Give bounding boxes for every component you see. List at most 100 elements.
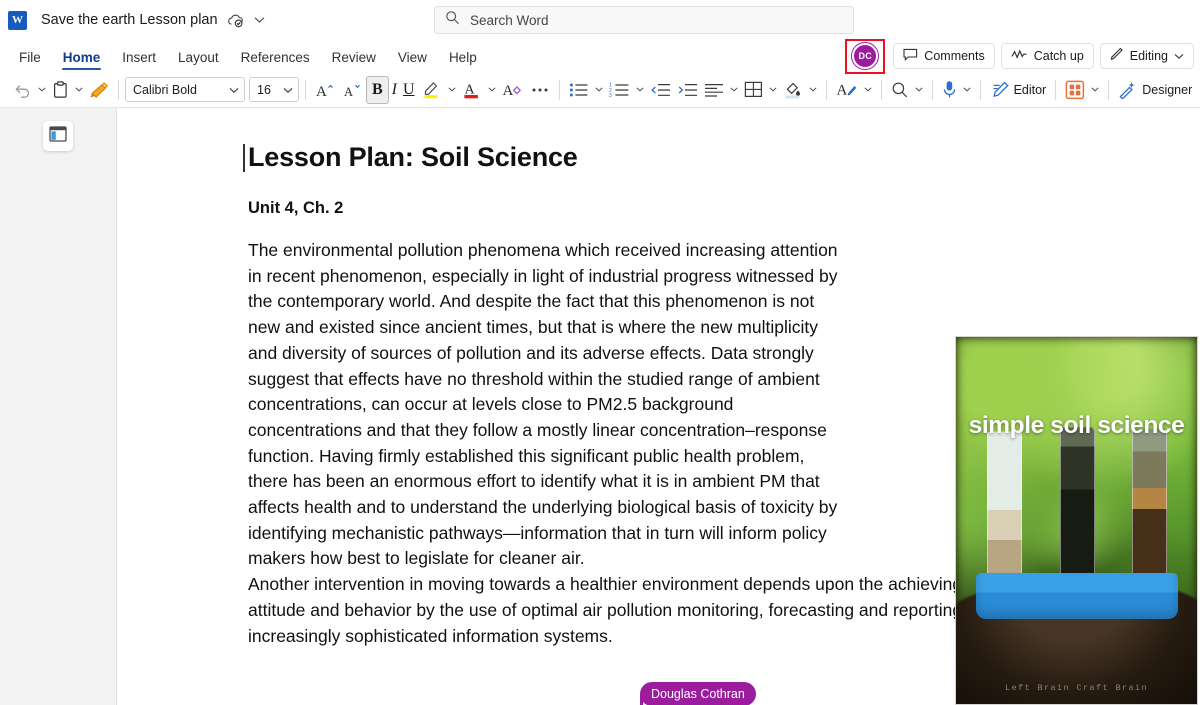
document-area: Lesson Plan: Soil Science Unit 4, Ch. 2 … [0, 108, 1200, 705]
undo-chevron-down-icon[interactable] [35, 76, 49, 104]
numbering-button[interactable]: 123 [606, 76, 633, 104]
addins-button[interactable] [1062, 76, 1088, 104]
editing-mode-button[interactable]: Editing [1099, 43, 1194, 69]
ribbon-tab-row: File Home Insert Layout References Revie… [0, 38, 1200, 74]
text-cursor [243, 144, 245, 172]
align-chevron-down-icon[interactable] [727, 76, 741, 104]
borders-chevron-down-icon[interactable] [766, 76, 780, 104]
comments-label: Comments [924, 49, 985, 63]
font-color-button[interactable]: A [459, 76, 485, 104]
align-button[interactable] [701, 76, 727, 104]
navigation-pane-toggle[interactable] [43, 121, 73, 151]
editor-label: Editor [1013, 82, 1047, 97]
addins-chevron-down-icon[interactable] [1088, 76, 1102, 104]
toolbar-divider [880, 79, 882, 100]
grow-font-button[interactable]: A [312, 76, 339, 104]
styles-chevron-down-icon[interactable] [861, 76, 875, 104]
tab-help[interactable]: Help [438, 48, 488, 72]
more-formatting-button[interactable] [527, 76, 553, 104]
page-subtitle: Unit 4, Ch. 2 [248, 199, 344, 217]
shading-button[interactable] [780, 76, 806, 104]
styles-button[interactable]: A [833, 76, 861, 104]
bold-button[interactable]: B [366, 75, 389, 104]
shading-chevron-down-icon[interactable] [806, 76, 820, 104]
catch-up-icon [1011, 48, 1028, 64]
dictate-chevron-down-icon[interactable] [960, 76, 974, 104]
bullets-chevron-down-icon[interactable] [592, 76, 606, 104]
underline-label: U [403, 80, 415, 98]
avatar[interactable]: DC [851, 42, 880, 70]
avatar-selection-box: DC [845, 38, 886, 74]
editor-button[interactable]: Editor [987, 76, 1050, 104]
toolbar-divider [118, 79, 119, 100]
font-color-chevron-down-icon[interactable] [485, 76, 499, 104]
undo-button[interactable] [10, 76, 35, 104]
title-menu-chevron-down-icon[interactable] [254, 16, 265, 24]
catch-up-label: Catch up [1033, 49, 1084, 63]
highlight-chevron-down-icon[interactable] [445, 76, 459, 104]
clear-formatting-button[interactable]: A [499, 76, 527, 104]
inline-image[interactable]: simple soil science Left Brain Craft Bra… [955, 336, 1198, 705]
font-size-select[interactable]: 16 [249, 77, 299, 102]
tab-layout[interactable]: Layout [167, 48, 230, 72]
tab-home[interactable]: Home [52, 48, 112, 72]
comment-icon [903, 48, 918, 64]
svg-text:A: A [502, 83, 513, 99]
editing-label: Editing [1129, 49, 1168, 63]
catch-up-button[interactable]: Catch up [1000, 43, 1094, 69]
tab-file[interactable]: File [8, 48, 52, 72]
body-paragraph-wrapped: The environmental pollution phenomena wh… [248, 240, 838, 569]
italic-button[interactable]: I [389, 76, 400, 104]
page-title: Lesson Plan: Soil Science [243, 142, 1200, 173]
svg-text:A: A [836, 83, 847, 99]
search-input[interactable]: Search Word [434, 6, 854, 34]
toolbar-divider [1055, 79, 1057, 100]
test-tube-3 [1132, 429, 1167, 583]
highlight-button[interactable] [418, 76, 445, 104]
svg-text:A: A [344, 85, 353, 99]
font-name-select[interactable]: Calibri Bold [125, 77, 245, 102]
toolbar-divider [1108, 79, 1110, 100]
search-icon [445, 10, 460, 30]
underline-button[interactable]: U [400, 76, 418, 104]
shrink-font-button[interactable]: A [339, 76, 366, 104]
word-logo-icon: W [8, 10, 27, 30]
designer-button[interactable]: Designer [1115, 76, 1195, 104]
font-size-chevron-down-icon [283, 83, 293, 97]
borders-button[interactable] [741, 76, 766, 104]
decrease-indent-button[interactable] [647, 76, 674, 104]
font-name-chevron-down-icon [229, 83, 239, 97]
increase-indent-button[interactable] [674, 76, 701, 104]
italic-label: I [391, 80, 397, 98]
svg-text:A: A [316, 84, 327, 99]
toolbar-divider [979, 79, 981, 100]
pencil-icon [1110, 47, 1124, 64]
tab-references[interactable]: References [230, 48, 321, 72]
bullets-button[interactable] [566, 76, 592, 104]
document-title[interactable]: Save the earth Lesson plan [41, 12, 218, 28]
dictate-button[interactable] [939, 76, 960, 104]
image-overlay-title: simple soil science [968, 412, 1185, 439]
toolbar-divider [825, 79, 827, 100]
navigation-pane-icon [49, 125, 67, 147]
paste-chevron-down-icon[interactable] [72, 76, 86, 104]
tab-insert[interactable]: Insert [111, 48, 167, 72]
tube-holder [976, 573, 1178, 619]
cloud-saved-icon[interactable] [227, 13, 244, 28]
find-chevron-down-icon[interactable] [912, 76, 926, 104]
designer-label: Designer [1142, 82, 1193, 97]
left-rail [0, 108, 117, 705]
comments-button[interactable]: Comments [893, 43, 995, 69]
find-button[interactable] [888, 76, 912, 104]
tab-view[interactable]: View [387, 48, 438, 72]
font-size-value: 16 [257, 82, 271, 97]
toolbar-divider [558, 79, 560, 100]
paste-button[interactable] [49, 76, 72, 104]
editing-chevron-down-icon [1174, 49, 1184, 63]
format-painter-button[interactable] [86, 76, 112, 104]
image-credit: Left Brain Craft Brain [1004, 683, 1149, 693]
tab-review[interactable]: Review [321, 48, 387, 72]
numbering-chevron-down-icon[interactable] [633, 76, 647, 104]
document-page[interactable]: Lesson Plan: Soil Science Unit 4, Ch. 2 … [117, 108, 1200, 705]
page-title-text: Lesson Plan: Soil Science [248, 142, 578, 172]
